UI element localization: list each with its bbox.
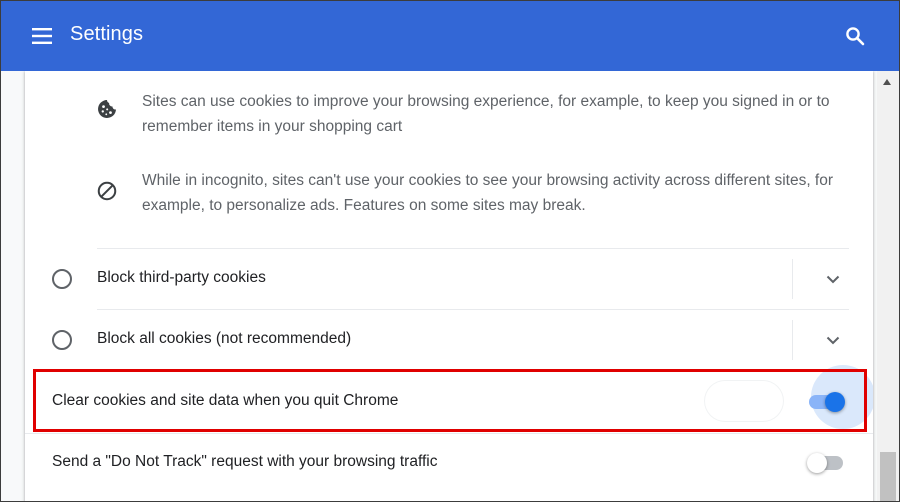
vertical-separator: [792, 259, 793, 299]
toggle-knob: [807, 453, 827, 473]
radio-label: Block all cookies (not recommended): [97, 330, 352, 347]
focus-highlight: [705, 381, 783, 421]
vertical-separator: [792, 320, 793, 360]
scrollbar-thumb[interactable]: [880, 452, 896, 501]
info-text: While in incognito, sites can't use your…: [142, 172, 834, 214]
vertical-scrollbar[interactable]: [877, 71, 899, 501]
do-not-track-toggle[interactable]: [807, 453, 847, 473]
radio-label: Block third-party cookies: [97, 269, 266, 286]
scroll-up-arrow-icon[interactable]: [883, 79, 891, 85]
block-icon: [95, 179, 119, 203]
cookies-settings-card: Sites can use cookies to improve your br…: [25, 71, 873, 502]
clear-on-exit-toggle[interactable]: [807, 392, 847, 412]
radio-button[interactable]: [52, 269, 72, 289]
toggle-row-clear-on-exit[interactable]: Clear cookies and site data when you qui…: [25, 365, 873, 431]
radio-option-block-third-party[interactable]: Block third-party cookies: [25, 249, 873, 309]
chevron-down-icon[interactable]: [821, 267, 845, 291]
radio-option-block-all[interactable]: Block all cookies (not recommended): [25, 310, 873, 370]
hamburger-menu-icon[interactable]: [30, 24, 54, 48]
page-title: Settings: [70, 23, 144, 45]
toggle-row-do-not-track[interactable]: Send a "Do Not Track" request with your …: [25, 432, 873, 492]
search-icon[interactable]: [843, 24, 867, 48]
info-text: Sites can use cookies to improve your br…: [142, 93, 830, 135]
toggle-label: Send a "Do Not Track" request with your …: [52, 453, 438, 470]
cookie-icon: [95, 97, 119, 121]
chevron-down-icon[interactable]: [821, 328, 845, 352]
app-header: Settings: [0, 0, 900, 71]
toggle-label: Clear cookies and site data when you qui…: [52, 392, 399, 409]
radio-button[interactable]: [52, 330, 72, 350]
toggle-knob: [825, 392, 845, 412]
